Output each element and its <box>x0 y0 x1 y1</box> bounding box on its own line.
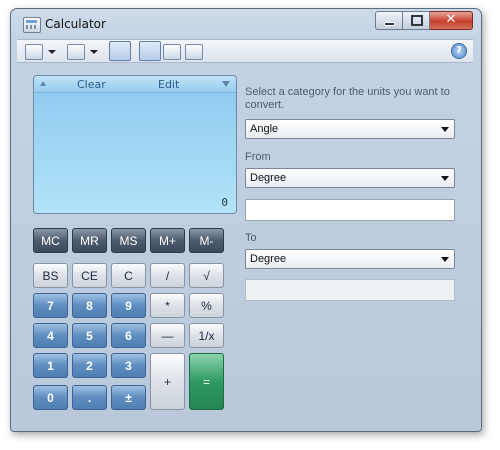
digit-7-button[interactable]: 7 <box>33 293 68 318</box>
view-dropdown-arrow[interactable] <box>47 42 56 59</box>
from-label: From <box>245 151 271 163</box>
window-title: Calculator <box>45 17 106 31</box>
backspace-button[interactable]: BS <box>33 263 68 288</box>
history-clear-link[interactable]: Clear <box>77 78 106 91</box>
history-bar: Clear Edit <box>34 76 236 93</box>
calculator-display: Clear Edit 0 <box>33 75 237 214</box>
caption-buttons: ✕ <box>375 11 473 30</box>
edit-dropdown-arrow[interactable] <box>89 42 98 59</box>
percent-button[interactable]: % <box>189 293 224 318</box>
reciprocal-button[interactable]: 1/x <box>189 323 224 348</box>
calculator-window: Calculator ✕ ? Clear Edit 0 MC MR MS M+ … <box>10 8 482 432</box>
ms-button[interactable]: MS <box>111 228 146 253</box>
close-icon: ✕ <box>445 12 457 27</box>
to-label: To <box>245 232 257 244</box>
from-value-input[interactable] <box>245 199 455 221</box>
from-unit-value: Degree <box>250 172 287 184</box>
mr-button[interactable]: MR <box>72 228 107 253</box>
subtract-button[interactable]: — <box>150 323 185 348</box>
decimal-button[interactable]: . <box>72 385 107 410</box>
to-value-output <box>245 279 455 301</box>
to-unit-select[interactable]: Degree <box>245 249 455 269</box>
calculator-app-icon <box>23 17 41 33</box>
close-button[interactable]: ✕ <box>430 11 473 30</box>
m-plus-button[interactable]: M+ <box>150 228 185 253</box>
to-unit-value: Degree <box>250 253 287 265</box>
digit-5-button[interactable]: 5 <box>72 323 107 348</box>
display-value: 0 <box>221 196 228 209</box>
chevron-down-icon <box>441 127 449 132</box>
equals-button[interactable]: = <box>189 353 224 410</box>
clear-button[interactable]: C <box>111 263 146 288</box>
digit-8-button[interactable]: 8 <box>72 293 107 318</box>
scroll-down-icon[interactable] <box>222 81 230 87</box>
mc-button[interactable]: MC <box>33 228 68 253</box>
title-bar[interactable]: Calculator ✕ <box>11 9 481 37</box>
help-icon[interactable]: ? <box>451 43 467 59</box>
negate-button[interactable]: ± <box>111 385 146 410</box>
category-prompt: Select a category for the units you want… <box>245 86 450 111</box>
maximize-button[interactable] <box>403 11 430 30</box>
view-icon[interactable] <box>25 44 43 60</box>
date-calculation-icon[interactable] <box>163 44 181 60</box>
square-root-button[interactable]: √ <box>189 263 224 288</box>
chevron-down-icon <box>441 257 449 262</box>
history-edit-link[interactable]: Edit <box>158 78 179 91</box>
clear-entry-button[interactable]: CE <box>72 263 107 288</box>
add-button[interactable]: + <box>150 353 185 410</box>
chevron-down-icon <box>441 176 449 181</box>
m-minus-button[interactable]: M- <box>189 228 224 253</box>
digit-0-button[interactable]: 0 <box>33 385 68 410</box>
history-toggle-icon[interactable] <box>109 41 131 61</box>
scroll-up-icon[interactable] <box>40 81 46 86</box>
minimize-button[interactable] <box>375 11 403 30</box>
unit-conversion-icon[interactable] <box>139 41 161 61</box>
digit-3-button[interactable]: 3 <box>111 353 146 378</box>
from-unit-select[interactable]: Degree <box>245 168 455 188</box>
category-select[interactable]: Angle <box>245 119 455 139</box>
toolbar: ? <box>17 39 473 63</box>
worksheets-icon[interactable] <box>185 44 203 60</box>
category-value: Angle <box>250 123 279 135</box>
digit-9-button[interactable]: 9 <box>111 293 146 318</box>
digit-6-button[interactable]: 6 <box>111 323 146 348</box>
digit-1-button[interactable]: 1 <box>33 353 68 378</box>
digit-4-button[interactable]: 4 <box>33 323 68 348</box>
copy-icon[interactable] <box>67 44 85 60</box>
multiply-button[interactable]: * <box>150 293 185 318</box>
digit-2-button[interactable]: 2 <box>72 353 107 378</box>
divide-button[interactable]: / <box>150 263 185 288</box>
